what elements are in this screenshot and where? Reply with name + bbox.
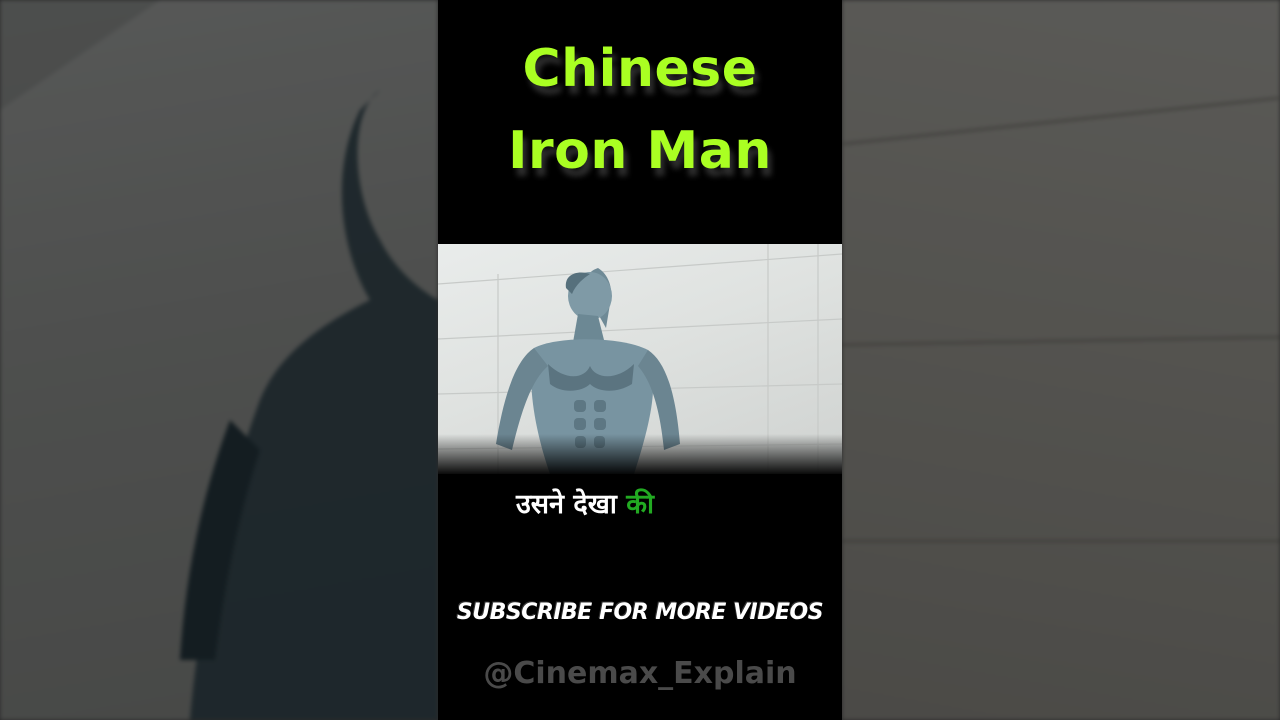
- subtitle-caption: उसने देखा की: [516, 484, 654, 521]
- wall-line: [842, 336, 1280, 346]
- channel-handle: @Cinemax_Explain: [483, 656, 797, 691]
- blurred-backdrop-right: [842, 0, 1280, 720]
- shorts-player[interactable]: Chinese Iron Man उसने देखा की SUBSCRIBE …: [0, 0, 1280, 720]
- wall-line: [842, 540, 1280, 542]
- subscribe-banner: SUBSCRIBE FOR MORE VIDEOS: [456, 600, 824, 625]
- wall-line: [843, 97, 1279, 145]
- scene-bottom-fade: [438, 434, 842, 474]
- caption-text: उसने देखा: [516, 489, 617, 520]
- video-frame[interactable]: Chinese Iron Man उसने देखा की SUBSCRIBE …: [438, 0, 842, 720]
- video-title-line1: Chinese: [522, 39, 758, 99]
- video-scene: [438, 244, 842, 474]
- caption-highlight-word: की: [626, 489, 654, 520]
- blurred-backdrop-left: [0, 0, 438, 720]
- video-title-line2: Iron Man: [508, 121, 772, 181]
- blurred-statue-figure: [0, 0, 438, 720]
